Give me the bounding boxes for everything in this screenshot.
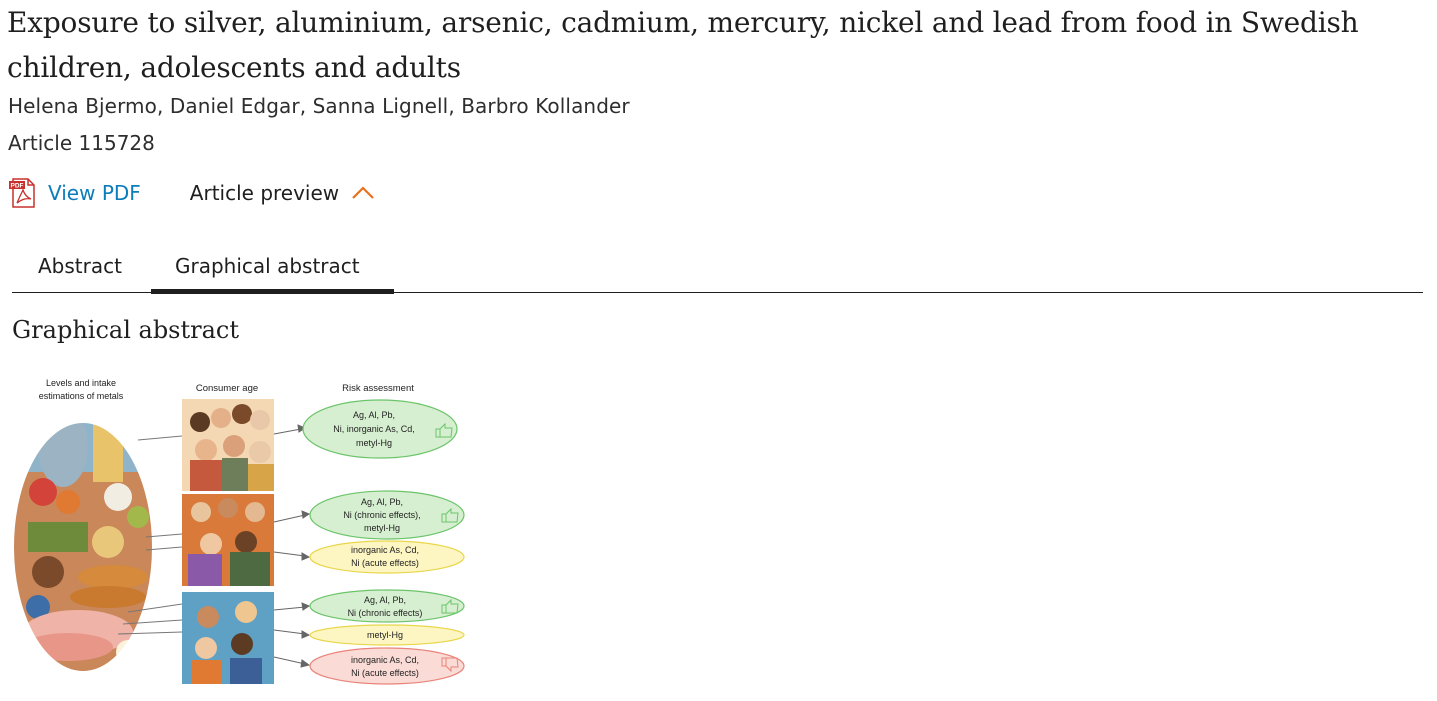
author-list: Helena Bjermo, Daniel Edgar, Sanna Ligne… [8,94,630,118]
tab-abstract[interactable]: Abstract [38,254,122,278]
tab-graphical-abstract[interactable]: Graphical abstract [175,254,360,278]
article-actions: PDF View PDF Article preview [8,178,375,208]
risk-text: metyl-Hg [367,630,403,640]
risk-text: Ni (chronic effects) [348,608,423,618]
ga-col-age: Consumer age [196,383,258,394]
risk-children-warn: metyl-Hg [309,624,465,646]
risk-text: Ni (acute effects) [351,668,419,678]
abstract-tabs: Abstract Graphical abstract [12,244,1423,294]
risk-text: metyl-Hg [356,438,392,448]
section-heading: Graphical abstract [12,316,240,344]
risk-text: Ni, inorganic As, Cd, [333,424,415,434]
ga-col-levels-l2: estimations of metals [39,391,124,401]
food-illustration [13,422,153,672]
risk-text: Ni (acute effects) [351,558,419,568]
risk-text: Ag, Al, Pb, [364,595,406,605]
article-title[interactable]: Exposure to silver, aluminium, arsenic, … [7,0,1407,90]
age-panel-adolescents [182,494,274,586]
pdf-icon-text: PDF [11,183,24,190]
article-number: Article 115728 [8,131,155,155]
ga-col-risk: Risk assessment [342,383,414,394]
risk-arrows [273,424,311,668]
pdf-icon: PDF [9,178,35,208]
age-panel-adults [182,399,274,491]
graphical-abstract-image[interactable]: Levels and intake estimations of metals … [8,372,478,692]
view-pdf-label: View PDF [48,181,141,205]
risk-text: inorganic As, Cd, [351,545,419,555]
article-preview-label: Article preview [189,181,340,205]
risk-text: Ni (chronic effects), [343,510,420,520]
risk-text: Ag, Al, Pb, [353,410,395,420]
risk-adults-safe: Ag, Al, Pb, Ni, inorganic As, Cd, metyl-… [302,399,458,459]
risk-text: inorganic As, Cd, [351,655,419,665]
risk-text: metyl-Hg [364,523,400,533]
active-tab-indicator [151,289,394,294]
risk-text: Ag, Al, Pb, [361,497,403,507]
ga-col-levels-l1: Levels and intake [46,378,116,388]
risk-children-safe: Ag, Al, Pb, Ni (chronic effects) [309,589,465,623]
age-panel-children [182,592,274,684]
risk-adolescents-safe: Ag, Al, Pb, Ni (chronic effects), metyl-… [309,490,465,540]
view-pdf-link[interactable]: PDF View PDF [8,178,141,208]
chevron-up-icon [352,186,374,199]
risk-children-risk: inorganic As, Cd, Ni (acute effects) [309,647,465,685]
risk-adolescents-warn: inorganic As, Cd, Ni (acute effects) [309,540,465,574]
article-preview-toggle[interactable]: Article preview [190,181,375,205]
